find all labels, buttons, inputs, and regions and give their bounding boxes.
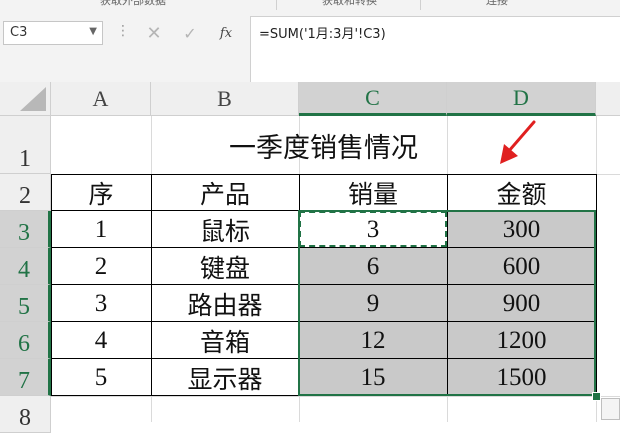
ribbon-group-get-external-data[interactable]: 获取外部数据 [100,0,166,8]
copy-marquee [299,211,447,247]
formula-input[interactable]: =SUM('1月:3月'!C3) [250,16,620,82]
header-qty[interactable]: 销量 [299,174,447,211]
cell-product[interactable]: 显示器 [151,359,299,396]
ribbon-group-get-transform[interactable]: 获取和转换 [322,0,377,8]
ribbon-separator [276,0,277,10]
insert-function-icon[interactable]: fx [212,21,240,45]
row-header-1[interactable]: 1 [0,116,51,174]
column-header-c[interactable]: C [299,82,447,116]
fill-handle[interactable] [592,392,601,401]
row-header-8[interactable]: 8 [0,396,51,433]
ribbon-group-connections[interactable]: 连接 [486,0,508,8]
red-arrow-icon [500,120,536,164]
header-product[interactable]: 产品 [151,174,299,211]
column-header-d[interactable]: D [447,82,596,116]
table-border [596,174,597,396]
cell-product[interactable]: 路由器 [151,285,299,322]
cell-index[interactable]: 3 [51,285,151,322]
row-header-7[interactable]: 7 [0,359,51,396]
formula-bar: C3 ▼ ⋮ ✕ ✓ fx =SUM('1月:3月'!C3) [0,10,620,82]
cell-product[interactable]: 音箱 [151,322,299,359]
cell-index[interactable]: 1 [51,211,151,248]
row-header-6[interactable]: 6 [0,322,51,359]
column-header-row: A B C D [0,82,620,116]
more-options-icon[interactable]: ⋮ [116,23,130,39]
ribbon-separator [420,0,421,10]
select-all-icon [20,87,46,111]
row-header-5[interactable]: 5 [0,285,51,322]
select-all-button[interactable] [0,82,51,115]
check-icon[interactable]: ✓ [176,21,204,45]
cancel-icon[interactable]: ✕ [140,21,168,45]
header-index[interactable]: 序 [51,174,151,211]
table-border [51,174,52,396]
cell-index[interactable]: 5 [51,359,151,396]
column-header-a[interactable]: A [51,82,151,115]
paste-options-icon[interactable] [601,398,620,420]
cell-index[interactable]: 4 [51,322,151,359]
row-header-3[interactable]: 3 [0,211,51,248]
name-box[interactable]: C3 ▼ [3,21,103,45]
formula-text: =SUM('1月:3月'!C3) [259,27,386,42]
column-header-b[interactable]: B [151,82,299,115]
chevron-down-icon[interactable]: ▼ [89,26,97,37]
cell-product[interactable]: 鼠标 [151,211,299,248]
header-amount[interactable]: 金额 [447,174,596,211]
cell-product[interactable]: 键盘 [151,248,299,285]
table-border [51,174,596,175]
name-box-value: C3 [10,25,28,40]
row-header-4[interactable]: 4 [0,248,51,285]
row-header-2[interactable]: 2 [0,174,51,211]
table-border [151,174,152,396]
cell-index[interactable]: 2 [51,248,151,285]
